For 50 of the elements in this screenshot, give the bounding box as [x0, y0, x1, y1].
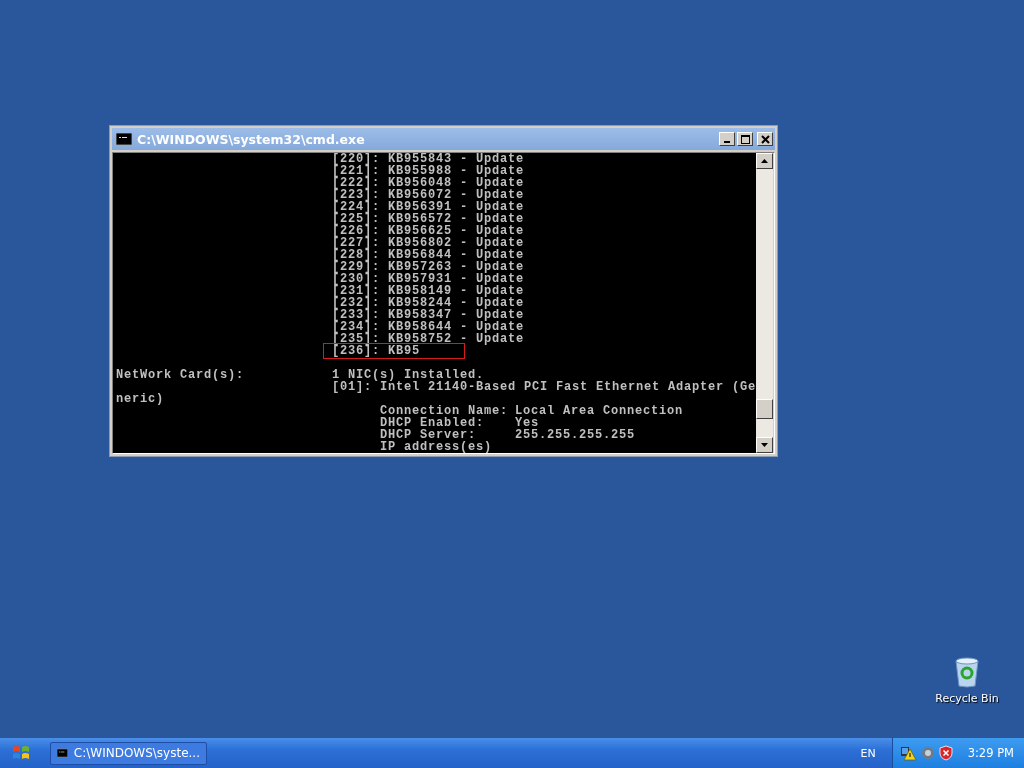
hotfix-line: [223]: KB956072 - Update — [332, 188, 525, 202]
close-button[interactable] — [757, 132, 773, 146]
property-value: 255.255.255.255 — [515, 429, 636, 441]
console-icon — [57, 747, 68, 759]
nic-count: 1 NIC(s) Installed. — [332, 369, 485, 381]
language-indicator[interactable]: EN — [860, 746, 876, 760]
hotfix-line: [228]: KB956844 - Update — [332, 248, 525, 262]
network-warning-icon[interactable] — [900, 745, 917, 761]
hotfix-line: [235]: KB958752 - Update — [332, 332, 525, 346]
hotfix-line: [226]: KB956625 - Update — [332, 224, 525, 238]
down-arrow-icon — [761, 443, 768, 447]
property-label: IP address(es) — [380, 440, 493, 454]
property-label: DHCP Server: — [380, 428, 476, 442]
console-icon — [116, 133, 132, 145]
scrollbar[interactable] — [756, 153, 773, 453]
clock[interactable]: 3:29 PM — [967, 746, 1014, 760]
taskbar-button[interactable]: C:\WINDOWS\syste... — [50, 741, 207, 765]
minimize-button[interactable] — [719, 132, 735, 146]
windows-logo-icon — [12, 744, 30, 762]
property-label: DHCP Enabled: — [380, 416, 484, 430]
minimize-icon — [724, 141, 730, 143]
adapter-line-wrap: neric) — [116, 392, 164, 406]
hotfix-line: [230]: KB957931 - Update — [332, 272, 525, 286]
hotfix-line: [231]: KB958149 - Update — [332, 284, 525, 298]
window-title: C:\WINDOWS\system32\cmd.exe — [137, 131, 365, 147]
section-label: NetWork Card(s): — [116, 368, 245, 382]
hotfix-line: [227]: KB956802 - Update — [332, 236, 525, 250]
hotfix-line: [234]: KB958644 - Update — [332, 320, 525, 334]
maximize-icon — [740, 134, 750, 144]
hotfix-line: [233]: KB958347 - Update — [332, 308, 525, 322]
hotfix-line: [229]: KB957263 - Update — [332, 260, 525, 274]
shield-icon[interactable] — [938, 745, 953, 761]
hotfix-line: [225]: KB956572 - Update — [332, 212, 525, 226]
scroll-down-button[interactable] — [756, 437, 773, 453]
maximize-button[interactable] — [737, 132, 753, 146]
hotfix-line: [232]: KB958244 - Update — [332, 296, 525, 310]
hotfix-line: [236]: KB95 — [332, 344, 420, 358]
up-arrow-icon — [761, 159, 768, 163]
adapter-line: [01]: Intel 21140-Based PCI Fast Ethernet Adapter (Ge — [332, 380, 757, 394]
hotfix-line: [224]: KB956391 - Update — [332, 200, 525, 214]
scroll-up-button[interactable] — [756, 153, 773, 169]
hotfix-line: [221]: KB955988 - Update — [332, 164, 525, 178]
close-icon — [760, 134, 770, 144]
property-value: Yes — [515, 417, 539, 429]
property-label: Connection Name: — [380, 404, 509, 418]
hotfix-line: [220]: KB955843 - Update — [332, 152, 525, 166]
scroll-thumb[interactable] — [756, 399, 773, 419]
property-value: Local Area Connection — [515, 405, 684, 417]
desktop-icon-label[interactable]: Recycle Bin — [935, 692, 999, 705]
hotfix-line: [222]: KB956048 - Update — [332, 176, 525, 190]
